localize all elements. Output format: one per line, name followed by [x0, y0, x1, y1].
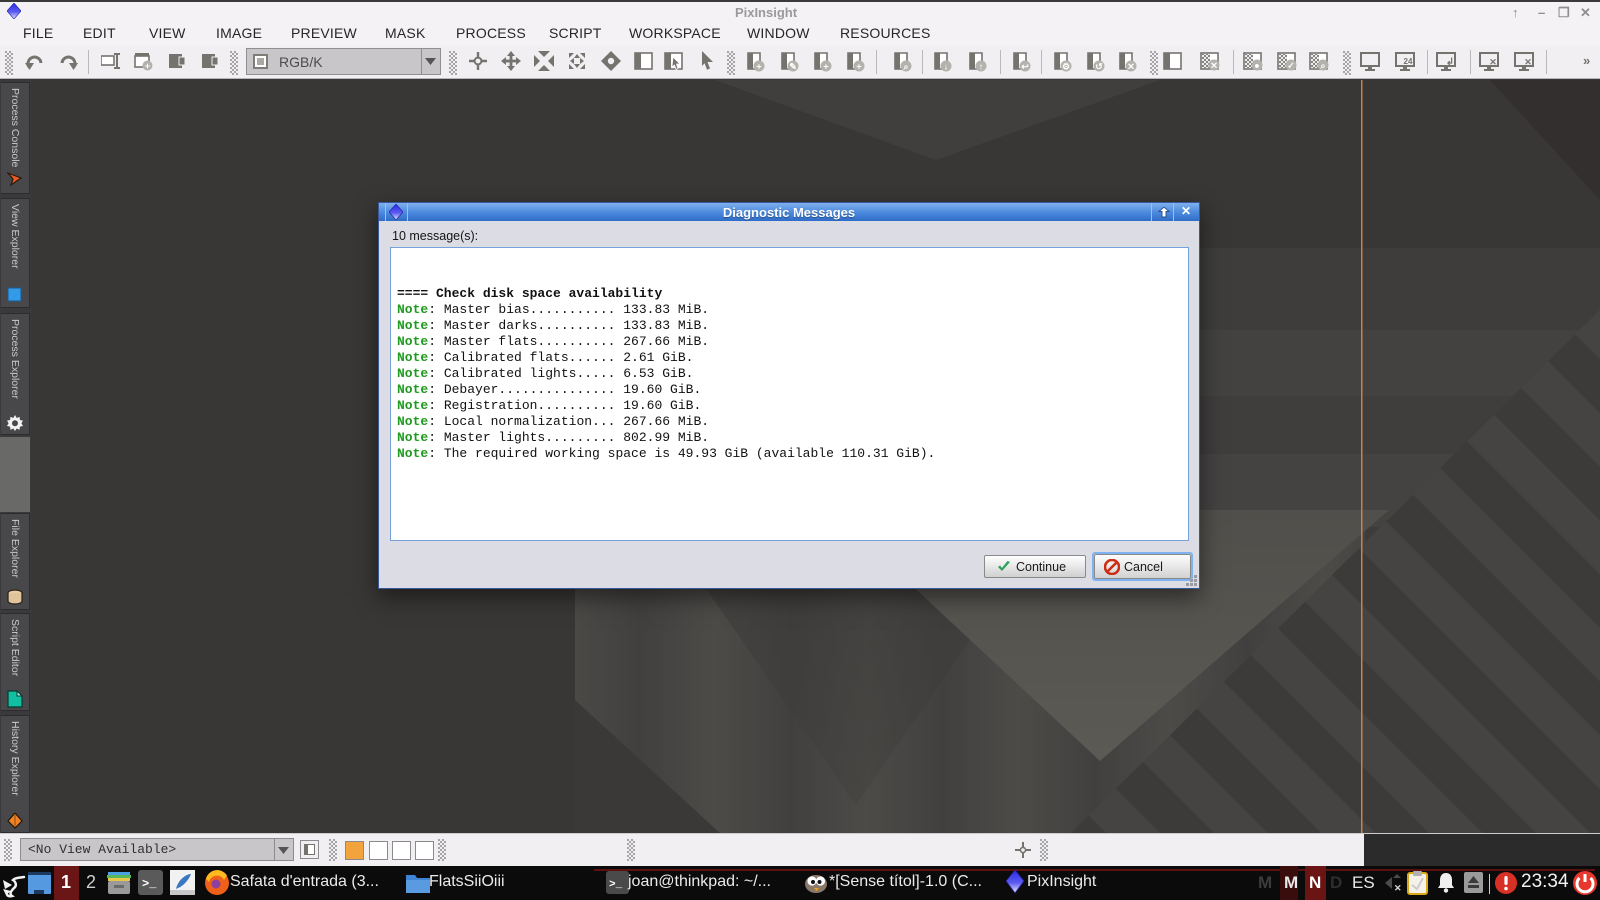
svg-text:+: + [823, 62, 828, 72]
svg-text:✕: ✕ [1127, 62, 1135, 72]
svg-text:+: + [145, 61, 150, 71]
svg-text:⚙: ⚙ [1062, 62, 1070, 72]
svg-text:24: 24 [1404, 57, 1413, 66]
svg-text:+: + [756, 62, 761, 72]
svg-text:✕: ✕ [1394, 883, 1402, 892]
svg-text:⌕: ⌕ [1319, 61, 1325, 71]
svg-text:✕: ✕ [1489, 57, 1497, 67]
svg-text:↲: ↲ [1446, 57, 1454, 68]
svg-text:✕: ✕ [1524, 57, 1532, 67]
svg-text:↩: ↩ [1021, 62, 1029, 72]
svg-text:✎: ✎ [789, 62, 797, 72]
svg-text:>_: >_ [142, 877, 157, 891]
svg-text:↑: ↑ [979, 62, 984, 72]
svg-text:>_: >_ [609, 879, 623, 891]
svg-text:✓: ✓ [1287, 61, 1295, 71]
svg-text:✕: ✕ [1210, 61, 1218, 71]
svg-text:↓: ↓ [944, 62, 949, 72]
svg-text:●: ● [1254, 61, 1259, 71]
svg-text:+: + [856, 62, 861, 72]
svg-text:⌕: ⌕ [902, 62, 908, 72]
svg-text:↺: ↺ [1095, 62, 1103, 72]
